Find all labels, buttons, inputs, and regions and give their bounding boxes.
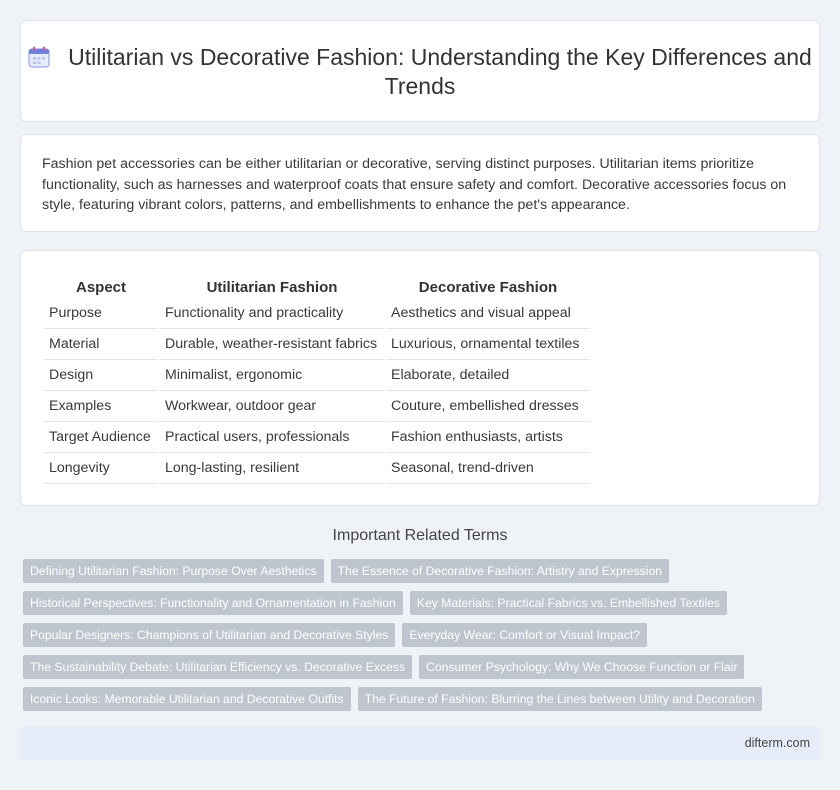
tag-row: Defining Utilitarian Fashion: Purpose Ov… bbox=[23, 559, 813, 583]
related-term-tag[interactable]: The Future of Fashion: Blurring the Line… bbox=[357, 687, 762, 711]
table-row: Examples Workwear, outdoor gear Couture,… bbox=[44, 391, 590, 422]
related-term-tag[interactable]: Iconic Looks: Memorable Utilitarian and … bbox=[23, 687, 351, 711]
intro-card: Fashion pet accessories can be either ut… bbox=[20, 134, 820, 232]
table-row: Longevity Long-lasting, resilient Season… bbox=[44, 453, 590, 484]
calendar-icon bbox=[28, 46, 50, 68]
related-term-tag[interactable]: Popular Designers: Champions of Utilitar… bbox=[23, 623, 396, 647]
related-term-tag[interactable]: Consumer Psychology: Why We Choose Funct… bbox=[419, 655, 745, 679]
cell-decorative: Couture, embellished dresses bbox=[386, 391, 590, 422]
cell-utilitarian: Workwear, outdoor gear bbox=[160, 391, 384, 422]
intro-paragraph: Fashion pet accessories can be either ut… bbox=[42, 156, 787, 213]
cell-utilitarian: Durable, weather-resistant fabrics bbox=[160, 329, 384, 360]
related-term-tag[interactable]: Key Materials: Practical Fabrics vs. Emb… bbox=[409, 591, 728, 615]
header-utilitarian: Utilitarian Fashion bbox=[206, 279, 338, 296]
cell-decorative: Luxurious, ornamental textiles bbox=[386, 329, 590, 360]
cell-utilitarian: Functionality and practicality bbox=[160, 298, 384, 329]
related-terms-title: Important Related Terms bbox=[332, 527, 508, 544]
comparison-card: Aspect Utilitarian Fashion Decorative Fa… bbox=[20, 250, 820, 506]
cell-utilitarian: Long-lasting, resilient bbox=[160, 453, 384, 484]
header-decorative: Decorative Fashion bbox=[418, 279, 558, 296]
footer-site-link[interactable]: difterm.com bbox=[745, 736, 810, 750]
cell-utilitarian: Practical users, professionals bbox=[160, 422, 384, 453]
related-term-tag[interactable]: The Sustainability Debate: Utilitarian E… bbox=[23, 655, 413, 679]
cell-decorative: Elaborate, detailed bbox=[386, 360, 590, 391]
tag-row: Historical Perspectives: Functionality a… bbox=[23, 591, 813, 615]
page-title: Utilitarian vs Decorative Fashion: Under… bbox=[21, 43, 819, 101]
related-terms-list: Defining Utilitarian Fashion: Purpose Ov… bbox=[23, 559, 813, 719]
related-term-tag[interactable]: The Essence of Decorative Fashion: Artis… bbox=[330, 559, 670, 583]
tag-row: The Sustainability Debate: Utilitarian E… bbox=[23, 655, 813, 679]
comparison-table: Aspect Utilitarian Fashion Decorative Fa… bbox=[42, 277, 592, 484]
cell-aspect: Longevity bbox=[44, 453, 158, 484]
table-row: Target Audience Practical users, profess… bbox=[44, 422, 590, 453]
cell-aspect: Target Audience bbox=[44, 422, 158, 453]
related-term-tag[interactable]: Historical Perspectives: Functionality a… bbox=[23, 591, 403, 615]
related-term-tag[interactable]: Defining Utilitarian Fashion: Purpose Ov… bbox=[23, 559, 324, 583]
header-aspect: Aspect bbox=[75, 279, 127, 296]
cell-decorative: Seasonal, trend-driven bbox=[386, 453, 590, 484]
cell-decorative: Aesthetics and visual appeal bbox=[386, 298, 590, 329]
title-card: Utilitarian vs Decorative Fashion: Under… bbox=[20, 20, 820, 122]
tag-row: Popular Designers: Champions of Utilitar… bbox=[23, 623, 813, 647]
table-row: Material Durable, weather-resistant fabr… bbox=[44, 329, 590, 360]
table-row: Purpose Functionality and practicality A… bbox=[44, 298, 590, 329]
cell-aspect: Purpose bbox=[44, 298, 158, 329]
table-header-row: Aspect Utilitarian Fashion Decorative Fa… bbox=[44, 277, 590, 298]
page-title-text: Utilitarian vs Decorative Fashion: Under… bbox=[68, 44, 812, 99]
tag-row: Iconic Looks: Memorable Utilitarian and … bbox=[23, 687, 813, 711]
table-row: Design Minimalist, ergonomic Elaborate, … bbox=[44, 360, 590, 391]
cell-decorative: Fashion enthusiasts, artists bbox=[386, 422, 590, 453]
related-term-tag[interactable]: Everyday Wear: Comfort or Visual Impact? bbox=[402, 623, 647, 647]
cell-aspect: Design bbox=[44, 360, 158, 391]
cell-utilitarian: Minimalist, ergonomic bbox=[160, 360, 384, 391]
footer: difterm.com bbox=[20, 726, 820, 760]
cell-aspect: Material bbox=[44, 329, 158, 360]
cell-aspect: Examples bbox=[44, 391, 158, 422]
